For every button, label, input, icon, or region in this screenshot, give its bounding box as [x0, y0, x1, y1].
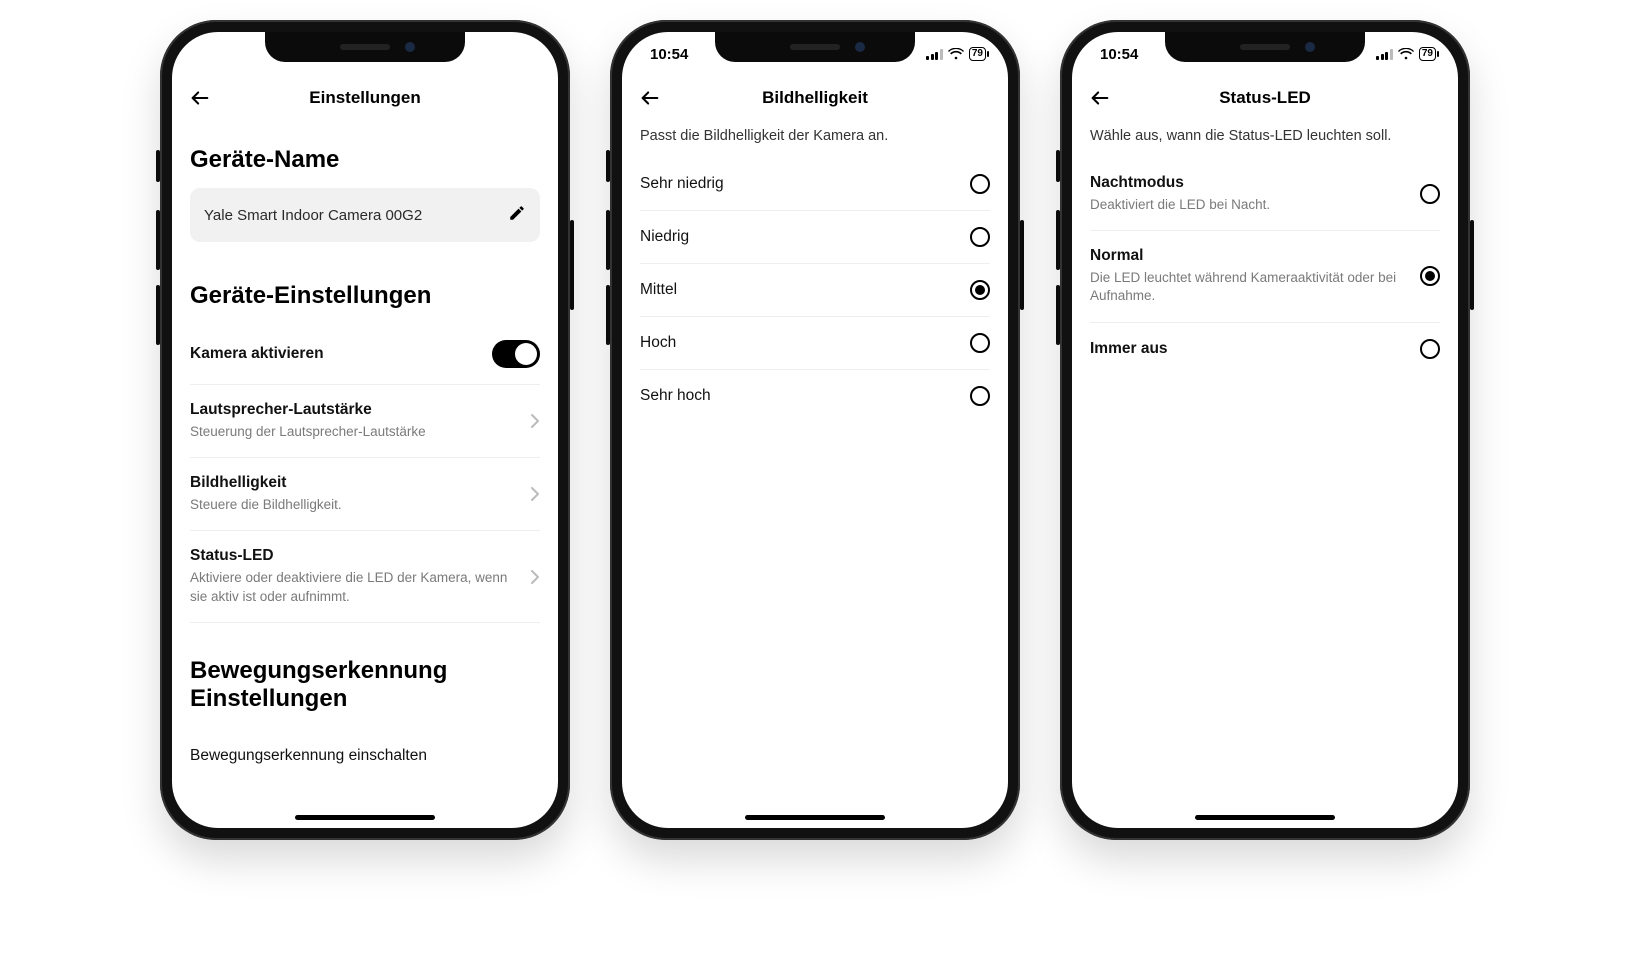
- phone-mockup-brightness: 10:54 79 Bildhelligkeit Passt die Bildhe…: [610, 20, 1020, 840]
- radio-icon: [970, 386, 990, 406]
- radio-icon: [970, 174, 990, 194]
- back-button[interactable]: [636, 84, 664, 112]
- option-sub: Die LED leuchtet während Kameraaktivität…: [1090, 269, 1410, 305]
- page-title: Einstellungen: [172, 88, 558, 108]
- option-label: Normal: [1090, 247, 1410, 265]
- option-label: Mittel: [640, 281, 960, 299]
- option-sehr-hoch[interactable]: Sehr hoch: [640, 370, 990, 422]
- option-hoch[interactable]: Hoch: [640, 317, 990, 370]
- row-sub: Steuerung der Lautsprecher-Lautstärke: [190, 423, 520, 441]
- page-title: Status-LED: [1072, 88, 1458, 108]
- option-immer-aus[interactable]: Immer aus: [1090, 323, 1440, 375]
- chevron-right-icon: [530, 569, 540, 585]
- page-title: Bildhelligkeit: [622, 88, 1008, 108]
- row-speaker-volume[interactable]: Lautsprecher-Lautstärke Steuerung der La…: [190, 385, 540, 458]
- option-label: Niedrig: [640, 228, 960, 246]
- option-normal[interactable]: Normal Die LED leuchtet während Kameraak…: [1090, 231, 1440, 322]
- navbar: Status-LED: [1072, 76, 1458, 120]
- row-camera-activate: Kamera aktivieren: [190, 324, 540, 385]
- row-brightness[interactable]: Bildhelligkeit Steuere die Bildhelligkei…: [190, 458, 540, 531]
- home-indicator[interactable]: [1195, 815, 1335, 820]
- navbar: Bildhelligkeit: [622, 76, 1008, 120]
- wifi-icon: [1398, 48, 1414, 60]
- option-sehr-niedrig[interactable]: Sehr niedrig: [640, 158, 990, 211]
- phone-mockup-status-led: 10:54 79 Status-LED Wähle aus, wann die …: [1060, 20, 1470, 840]
- row-label: Status-LED: [190, 547, 520, 565]
- battery-icon: 79: [1419, 47, 1436, 61]
- section-device-settings: Geräte-Einstellungen: [190, 282, 540, 310]
- option-label: Immer aus: [1090, 340, 1410, 358]
- section-device-name: Geräte-Name: [190, 146, 540, 174]
- navbar: Einstellungen: [172, 76, 558, 120]
- wifi-icon: [948, 48, 964, 60]
- option-nachtmodus[interactable]: Nachtmodus Deaktiviert die LED bei Nacht…: [1090, 158, 1440, 231]
- section-motion: Bewegungserkennung Einstellungen: [190, 657, 540, 713]
- radio-icon: [1420, 339, 1440, 359]
- radio-icon: [970, 280, 990, 300]
- option-label: Sehr niedrig: [640, 175, 960, 193]
- edit-icon[interactable]: [508, 204, 526, 226]
- back-button[interactable]: [1086, 84, 1114, 112]
- option-mittel[interactable]: Mittel: [640, 264, 990, 317]
- option-label: Hoch: [640, 334, 960, 352]
- chevron-right-icon: [530, 486, 540, 502]
- radio-icon: [1420, 266, 1440, 286]
- home-indicator[interactable]: [745, 815, 885, 820]
- chevron-right-icon: [530, 413, 540, 429]
- option-niedrig[interactable]: Niedrig: [640, 211, 990, 264]
- device-name-value: Yale Smart Indoor Camera 00G2: [204, 207, 422, 224]
- camera-activate-toggle[interactable]: [492, 340, 540, 368]
- row-label: Lautsprecher-Lautstärke: [190, 401, 520, 419]
- option-sub: Deaktiviert die LED bei Nacht.: [1090, 196, 1410, 214]
- option-label: Nachtmodus: [1090, 174, 1410, 192]
- signal-icon: [926, 49, 943, 60]
- radio-icon: [970, 333, 990, 353]
- phone-mockup-settings: Einstellungen Geräte-Name Yale Smart Ind…: [160, 20, 570, 840]
- radio-icon: [970, 227, 990, 247]
- row-sub: Steuere die Bildhelligkeit.: [190, 496, 520, 514]
- row-status-led[interactable]: Status-LED Aktiviere oder deaktiviere di…: [190, 531, 540, 622]
- battery-icon: 79: [969, 47, 986, 61]
- row-label: Bildhelligkeit: [190, 474, 520, 492]
- page-description: Passt die Bildhelligkeit der Kamera an.: [640, 120, 990, 148]
- row-sub: Aktiviere oder deaktiviere die LED der K…: [190, 569, 520, 605]
- signal-icon: [1376, 49, 1393, 60]
- status-time: 10:54: [1100, 46, 1138, 63]
- radio-icon: [1420, 184, 1440, 204]
- page-description: Wähle aus, wann die Status-LED leuchten …: [1090, 120, 1440, 148]
- back-button[interactable]: [186, 84, 214, 112]
- device-name-field[interactable]: Yale Smart Indoor Camera 00G2: [190, 188, 540, 242]
- option-label: Sehr hoch: [640, 387, 960, 405]
- home-indicator[interactable]: [295, 815, 435, 820]
- row-motion-toggle-label: Bewegungserkennung einschalten: [190, 727, 540, 765]
- row-label: Kamera aktivieren: [190, 345, 482, 363]
- status-time: 10:54: [650, 46, 688, 63]
